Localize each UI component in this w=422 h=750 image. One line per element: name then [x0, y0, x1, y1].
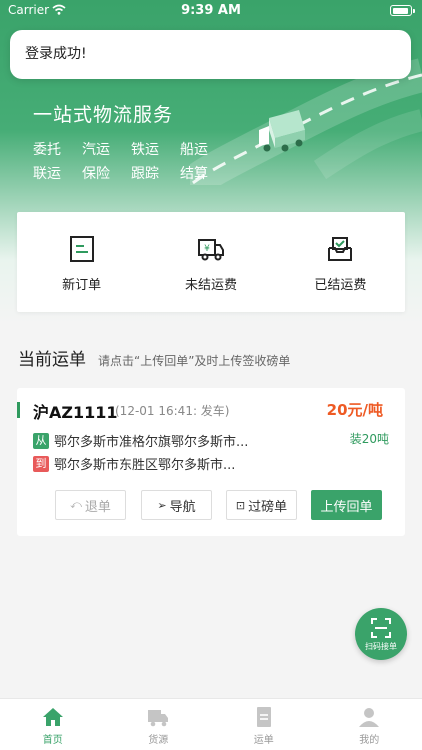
- clock: 9:39 AM: [181, 3, 241, 18]
- new-order-label: 新订单: [62, 278, 102, 293]
- undo-icon: ⤺: [70, 498, 82, 511]
- origin-address: 鄂尔多斯市准格尔旗鄂尔多斯市...: [54, 435, 249, 450]
- truck-yen-icon: ¥: [197, 239, 224, 261]
- service-row-2: 联运 保险 跟踪 结算: [33, 163, 208, 183]
- new-order-button[interactable]: 新订单: [17, 212, 146, 312]
- weigh-slip-label: 过磅单: [248, 499, 288, 515]
- service-item: 保险: [82, 166, 110, 182]
- user-icon: [359, 708, 380, 727]
- tab-cargo-source[interactable]: 货源: [106, 699, 212, 750]
- home-screen: Carrier 9:39 AM 登录成功! 一站式物流服务 委托 汽运 铁运 船…: [0, 0, 422, 750]
- inbox-check-icon: [328, 237, 353, 261]
- settled-freight-button[interactable]: 已结运费: [276, 212, 405, 312]
- tab-home-label: 首页: [42, 735, 63, 746]
- quick-actions-card: 新订单 ¥ 未结运费 已结运费: [17, 212, 405, 312]
- current-orders-hint: 请点击“上传回单”及时上传签收磅单: [98, 354, 291, 368]
- freight-price: 20元/吨: [326, 401, 383, 419]
- tab-profile[interactable]: 我的: [317, 699, 422, 750]
- departure-time: (12-01 16:41: 发车): [115, 404, 230, 418]
- origin-tag: 从: [33, 432, 49, 449]
- cancel-order-button[interactable]: ⤺ 退单: [55, 490, 126, 520]
- weigh-slip-icon: ⊡: [235, 498, 246, 512]
- service-item: 船运: [180, 142, 208, 158]
- service-item: 联运: [33, 166, 61, 182]
- svg-text:¥: ¥: [204, 244, 210, 254]
- origin-row: 从 鄂尔多斯市准格尔旗鄂尔多斯市...: [33, 431, 248, 450]
- service-item: 汽运: [82, 142, 110, 158]
- unsettled-freight-label: 未结运费: [184, 278, 237, 293]
- current-orders-header: 当前运单 请点击“上传回单”及时上传签收磅单: [18, 345, 290, 370]
- scan-accept-order-label: 扫码接单: [365, 641, 397, 651]
- order-form-icon: [69, 236, 94, 262]
- tab-waybill[interactable]: 运单: [211, 699, 317, 750]
- navigate-label: 导航: [169, 499, 196, 515]
- truck-icon: [148, 710, 169, 727]
- service-item: 委托: [33, 142, 61, 158]
- upload-receipt-button[interactable]: 上传回单: [311, 490, 382, 520]
- service-item: 铁运: [131, 142, 159, 158]
- service-item: 结算: [180, 166, 208, 182]
- navigation-arrow-icon: ➢: [157, 498, 167, 512]
- weigh-slip-button[interactable]: ⊡ 过磅单: [226, 490, 297, 520]
- tab-waybill-label: 运单: [253, 735, 274, 746]
- settled-freight-label: 已结运费: [314, 278, 367, 293]
- current-orders-title: 当前运单: [18, 350, 86, 370]
- service-item: 跟踪: [131, 166, 159, 182]
- load-weight: 装20吨: [349, 432, 389, 446]
- truck-illustration: [259, 110, 305, 152]
- plate-number: 沪AZ1111: [33, 403, 118, 422]
- document-icon: [256, 707, 271, 727]
- service-row-1: 委托 汽运 铁运 船运: [33, 139, 208, 159]
- battery-icon: [390, 5, 415, 16]
- unsettled-freight-button[interactable]: ¥ 未结运费: [146, 212, 275, 312]
- hero-title: 一站式物流服务: [33, 104, 174, 126]
- cancel-order-label: 退单: [84, 499, 111, 515]
- upload-receipt-label: 上传回单: [320, 499, 373, 515]
- tab-cargo-source-label: 货源: [148, 735, 169, 746]
- destination-address: 鄂尔多斯市东胜区鄂尔多斯市...: [54, 458, 236, 473]
- login-success-toast: 登录成功!: [10, 30, 411, 79]
- bottom-tab-bar: 首页 货源 运单 我的: [0, 698, 422, 750]
- order-card[interactable]: 沪AZ1111 (12-01 16:41: 发车) 20元/吨 从 鄂尔多斯市准…: [17, 388, 405, 536]
- tab-home[interactable]: 首页: [0, 699, 106, 750]
- destination-tag: 到: [33, 455, 49, 472]
- tab-profile-label: 我的: [359, 735, 380, 746]
- order-accent-bar: [17, 402, 20, 418]
- status-bar: Carrier 9:39 AM: [0, 0, 422, 22]
- destination-row: 到 鄂尔多斯市东胜区鄂尔多斯市...: [33, 454, 235, 473]
- home-icon: [42, 708, 63, 726]
- scan-accept-order-button[interactable]: 扫码接单: [355, 608, 407, 660]
- scan-icon: [371, 617, 391, 638]
- navigate-button[interactable]: ➢ 导航: [141, 490, 212, 520]
